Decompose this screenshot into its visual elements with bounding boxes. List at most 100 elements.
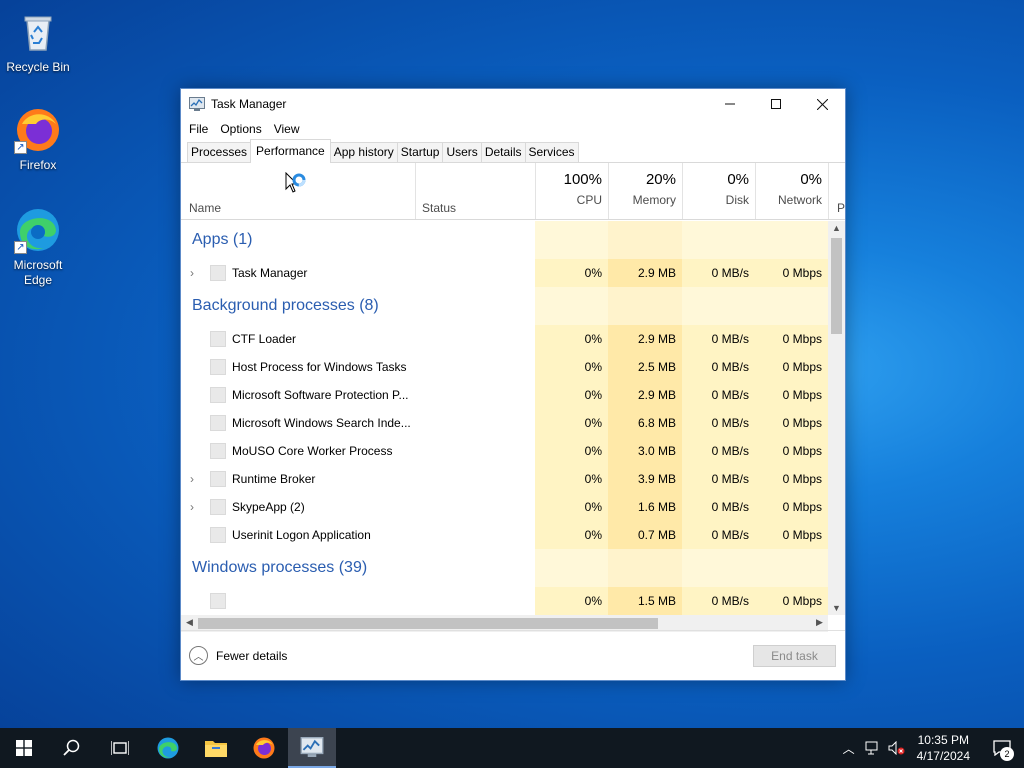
start-button[interactable] <box>0 728 48 768</box>
column-power-partial[interactable]: P <box>837 201 845 215</box>
memory-value: 2.5 MB <box>608 353 682 381</box>
vertical-scrollbar[interactable]: ▲ ▼ <box>828 221 845 615</box>
desktop-icon-label: Firefox <box>19 158 57 172</box>
firefox-icon: ↗ <box>14 106 62 154</box>
cpu-value: 0% <box>535 465 608 493</box>
cpu-value: 0% <box>535 259 608 287</box>
tab-services[interactable]: Services <box>524 142 579 162</box>
clock[interactable]: 10:35 PM 4/17/2024 <box>917 732 970 764</box>
tab-details[interactable]: Details <box>480 142 526 162</box>
cpu-value: 0% <box>535 353 608 381</box>
maximize-button[interactable] <box>753 89 799 119</box>
title-bar[interactable]: Task Manager <box>181 89 845 119</box>
column-disk[interactable]: 0% Disk <box>682 163 755 220</box>
table-row[interactable]: › SkypeApp (2) 0% 1.6 MB 0 MB/s 0 Mbps <box>181 493 828 521</box>
column-memory[interactable]: 20% Memory <box>608 163 682 220</box>
network-value: 0 Mbps <box>755 465 828 493</box>
column-network[interactable]: 0% Network <box>755 163 828 220</box>
memory-label: Memory <box>632 193 676 207</box>
tab-strip: Processes Performance App history Startu… <box>181 139 845 163</box>
group-label: Windows processes (39) <box>192 559 368 576</box>
chevron-up-icon[interactable]: ︿ <box>837 740 861 757</box>
search-button[interactable] <box>48 728 96 768</box>
disk-value: 0 MB/s <box>682 353 755 381</box>
tab-performance[interactable]: Performance <box>250 139 331 163</box>
edge-icon <box>157 737 179 759</box>
edge-icon: ↗ <box>14 206 62 254</box>
taskbar-task-manager[interactable] <box>288 728 336 768</box>
process-name: Microsoft Windows Search Inde... <box>232 416 411 430</box>
disk-value: 0 MB/s <box>682 259 755 287</box>
process-icon <box>210 415 226 431</box>
column-header: Name Status 100% CPU 20% Memory 0% Disk … <box>181 163 845 220</box>
scroll-thumb[interactable] <box>198 618 658 629</box>
process-name: CTF Loader <box>232 332 297 346</box>
tab-processes[interactable]: Processes <box>187 142 252 162</box>
column-name[interactable]: Name <box>189 201 221 215</box>
cpu-value: 0% <box>535 493 608 521</box>
column-status[interactable]: Status <box>422 201 456 215</box>
scroll-right-icon[interactable]: ▶ <box>811 617 828 628</box>
cpu-percent: 100% <box>563 171 602 188</box>
menu-options[interactable]: Options <box>214 122 267 136</box>
volume-muted-icon[interactable] <box>885 741 909 755</box>
desktop-icon-firefox[interactable]: ↗ Firefox <box>0 106 76 173</box>
disk-value: 0 MB/s <box>682 325 755 353</box>
table-row[interactable]: MoUSO Core Worker Process 0% 3.0 MB 0 MB… <box>181 437 828 465</box>
taskbar-edge[interactable] <box>144 728 192 768</box>
window-title: Task Manager <box>211 97 287 111</box>
table-row[interactable]: CTF Loader 0% 2.9 MB 0 MB/s 0 Mbps <box>181 325 828 353</box>
action-center-button[interactable]: 2 <box>980 728 1024 768</box>
table-row[interactable]: › Task Manager 0% 2.9 MB 0 MB/s 0 Mbps <box>181 259 828 287</box>
expand-chevron-icon[interactable]: › <box>190 472 200 486</box>
memory-value: 2.9 MB <box>608 325 682 353</box>
cpu-value: 0% <box>535 381 608 409</box>
scroll-thumb[interactable] <box>831 238 842 334</box>
scroll-left-icon[interactable]: ◀ <box>181 617 198 628</box>
table-row[interactable]: › Runtime Broker 0% 3.9 MB 0 MB/s 0 Mbps <box>181 465 828 493</box>
task-manager-window: Task Manager File Options View Processes… <box>180 88 846 681</box>
expand-chevron-icon[interactable]: › <box>190 500 200 514</box>
close-button[interactable] <box>799 89 845 119</box>
notification-badge: 2 <box>1000 747 1014 761</box>
tab-app-history[interactable]: App history <box>329 142 398 162</box>
desktop-icon-edge[interactable]: ↗ Microsoft Edge <box>0 206 76 288</box>
memory-value: 3.9 MB <box>608 465 682 493</box>
end-task-button[interactable]: End task <box>753 645 836 667</box>
tab-startup[interactable]: Startup <box>396 142 444 162</box>
scroll-up-icon[interactable]: ▲ <box>828 223 845 233</box>
table-row[interactable]: Microsoft Software Protection P... 0% 2.… <box>181 381 828 409</box>
disk-value: 0 MB/s <box>682 521 755 549</box>
table-row[interactable]: Userinit Logon Application 0% 0.7 MB 0 M… <box>181 521 828 549</box>
cpu-value: 0% <box>535 325 608 353</box>
network-icon[interactable] <box>861 741 885 755</box>
minimize-icon <box>725 103 735 105</box>
folder-icon <box>205 741 227 757</box>
menu-file[interactable]: File <box>183 122 214 136</box>
tab-users[interactable]: Users <box>442 142 482 162</box>
table-row[interactable]: Host Process for Windows Tasks 0% 2.5 MB… <box>181 353 828 381</box>
shortcut-arrow-icon: ↗ <box>14 241 27 254</box>
task-manager-icon <box>300 737 324 757</box>
search-icon <box>63 739 80 756</box>
minimize-button[interactable] <box>707 89 753 119</box>
column-cpu[interactable]: 100% CPU <box>535 163 608 220</box>
scroll-down-icon[interactable]: ▼ <box>828 603 845 613</box>
process-icon <box>210 593 226 609</box>
desktop-icon-recycle-bin[interactable]: Recycle Bin <box>0 8 76 75</box>
task-view-button[interactable] <box>96 728 144 768</box>
process-icon <box>210 499 226 515</box>
disk-value: 0 MB/s <box>682 465 755 493</box>
network-label: Network <box>777 193 822 207</box>
menu-view[interactable]: View <box>268 122 306 136</box>
fewer-details-button[interactable]: ︿ Fewer details <box>189 646 287 665</box>
taskbar-firefox[interactable] <box>240 728 288 768</box>
expand-chevron-icon[interactable]: › <box>190 266 200 280</box>
system-tray: ︿ 10:35 PM 4/17/2024 2 <box>837 728 1024 768</box>
shortcut-arrow-icon: ↗ <box>14 141 27 154</box>
taskbar-file-explorer[interactable] <box>192 728 240 768</box>
table-row[interactable]: 0% 1.5 MB 0 MB/s 0 Mbps <box>181 587 828 615</box>
network-value: 0 Mbps <box>755 353 828 381</box>
footer: ︿ Fewer details End task <box>181 630 845 680</box>
table-row[interactable]: Microsoft Windows Search Inde... 0% 6.8 … <box>181 409 828 437</box>
